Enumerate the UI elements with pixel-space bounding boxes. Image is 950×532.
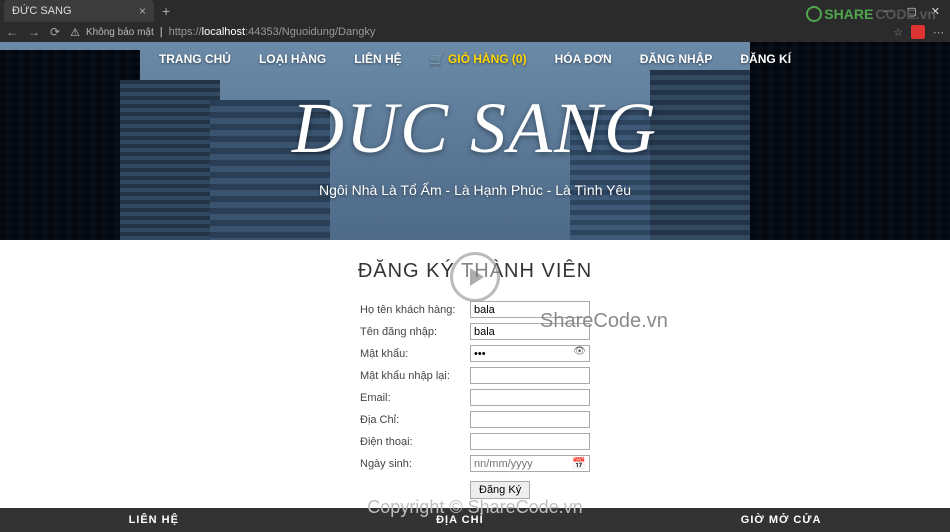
security-text: Không bảo mật — [86, 27, 154, 38]
password-input[interactable] — [470, 345, 590, 362]
warning-icon: ⚠ — [70, 26, 80, 39]
favorite-icon[interactable]: ☆ — [893, 26, 903, 39]
url-text: https://localhost:44353/Nguoidung/Dangky — [169, 26, 376, 38]
play-icon[interactable] — [450, 252, 500, 302]
watermark-bottom: Copyright © ShareCode.vn — [0, 497, 950, 518]
email-input[interactable] — [470, 389, 590, 406]
password2-label: Mật khẩu nhập lại: — [360, 370, 470, 382]
site-logo: DUC SANG — [0, 87, 950, 170]
cart-icon: 🛒 — [430, 52, 445, 66]
watermark-center: ShareCode.vn — [540, 310, 668, 333]
sharecode-icon — [806, 6, 822, 22]
phone-input[interactable] — [470, 433, 590, 450]
nav-login[interactable]: ĐĂNG NHẬP — [640, 52, 713, 66]
dob-label: Ngày sinh: — [360, 458, 470, 470]
username-label: Tên đăng nhập: — [360, 326, 470, 338]
close-icon[interactable]: × — [139, 4, 146, 18]
eye-icon[interactable]: 👁 — [573, 346, 586, 357]
fullname-label: Họ tên khách hàng: — [360, 304, 470, 316]
watermark-logo: SHARECODE.vn — [806, 6, 936, 22]
top-nav: TRANG CHỦ LOẠI HÀNG LIÊN HỆ 🛒 GIỎ HÀNG (… — [0, 52, 950, 66]
email-label: Email: — [360, 392, 470, 404]
nav-cart[interactable]: 🛒 GIỎ HÀNG (0) — [430, 52, 527, 66]
password2-input[interactable] — [470, 367, 590, 384]
site-tagline: Ngôi Nhà Là Tổ Ấm - Là Hạnh Phúc - Là Tì… — [0, 182, 950, 198]
forward-icon[interactable]: → — [28, 25, 40, 39]
phone-label: Điện thoại: — [360, 436, 470, 448]
nav-home[interactable]: TRANG CHỦ — [159, 52, 231, 66]
address-bar[interactable]: ⚠ Không bảo mật | https://localhost:4435… — [70, 26, 883, 39]
dob-input[interactable] — [470, 455, 590, 472]
password-label: Mật khẩu: — [360, 348, 470, 360]
add-tab-icon[interactable]: + — [154, 3, 178, 19]
separator: | — [160, 26, 163, 38]
tab-title: ĐỨC SANG — [12, 5, 72, 17]
hero-banner: TRANG CHỦ LOẠI HÀNG LIÊN HỆ 🛒 GIỎ HÀNG (… — [0, 42, 950, 240]
browser-tab[interactable]: ĐỨC SANG × — [4, 0, 154, 22]
back-icon[interactable]: ← — [6, 25, 18, 39]
nav-invoice[interactable]: HÓA ĐƠN — [555, 52, 612, 66]
extension-icon[interactable] — [911, 25, 925, 39]
reload-icon[interactable]: ⟳ — [50, 25, 60, 39]
nav-register[interactable]: ĐĂNG KÍ — [740, 52, 791, 66]
address-input[interactable] — [470, 411, 590, 428]
address-label: Địa Chỉ: — [360, 414, 470, 426]
nav-contact[interactable]: LIÊN HỆ — [354, 52, 401, 66]
menu-icon[interactable]: ⋯ — [933, 26, 944, 39]
nav-category[interactable]: LOẠI HÀNG — [259, 52, 326, 66]
